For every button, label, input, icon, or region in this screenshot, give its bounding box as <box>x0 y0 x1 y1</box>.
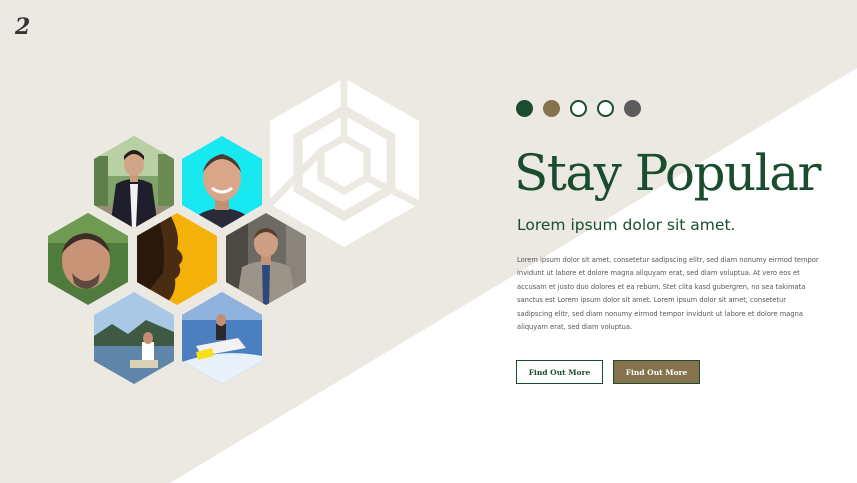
color-swatch-gray <box>624 100 641 117</box>
find-out-more-button-filled[interactable]: Find Out More <box>613 360 700 384</box>
color-palette <box>516 100 641 117</box>
find-out-more-button-outline[interactable]: Find Out More <box>516 360 603 384</box>
slide-body-text: Lorem ipsum dolor sit amet, consetetur s… <box>517 256 819 332</box>
slide-title: Stay Popular <box>514 144 821 202</box>
background-shapes <box>170 68 857 483</box>
slide-subtitle: Lorem ipsum dolor sit amet. <box>517 216 736 234</box>
color-swatch-white-2 <box>597 100 614 117</box>
color-swatch-white-1 <box>570 100 587 117</box>
page-number: 2 <box>15 14 31 40</box>
color-swatch-green <box>516 100 533 117</box>
hexagon-logo-icon <box>267 78 421 247</box>
color-swatch-gold <box>543 100 560 117</box>
